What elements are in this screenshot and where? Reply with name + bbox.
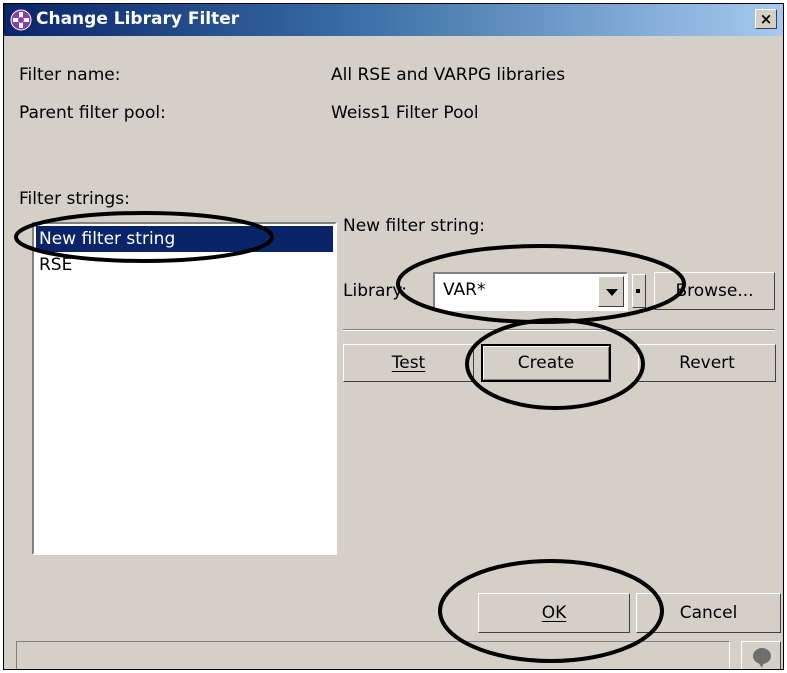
cancel-button[interactable]: Cancel: [636, 593, 781, 633]
history-button[interactable]: [632, 274, 646, 308]
library-label: Library:: [343, 281, 407, 301]
filter-app-icon: [10, 9, 32, 31]
library-input[interactable]: VAR*: [443, 280, 485, 300]
list-item-label: New filter string: [39, 229, 176, 249]
create-button[interactable]: Create: [481, 344, 611, 382]
filter-name-value: All RSE and VARPG libraries: [331, 65, 566, 85]
test-button-label: Test: [391, 353, 426, 373]
revert-button-label: Revert: [679, 353, 735, 373]
parent-filter-pool-label: Parent filter pool:: [19, 103, 166, 123]
list-item-label: RSE: [39, 255, 73, 275]
window-title: Change Library Filter: [36, 9, 240, 29]
test-button[interactable]: Test: [343, 344, 474, 382]
separator: [343, 329, 775, 331]
library-combobox[interactable]: VAR*: [433, 272, 628, 311]
status-bar: [16, 641, 730, 669]
browse-button[interactable]: Browse...: [654, 272, 775, 310]
create-button-label: Create: [517, 353, 575, 373]
revert-button[interactable]: Revert: [638, 344, 776, 382]
filter-name-label: Filter name:: [19, 65, 121, 85]
filter-strings-list[interactable]: New filter string RSE: [32, 222, 337, 555]
filter-strings-label: Filter strings:: [19, 189, 130, 209]
parent-filter-pool-value: Weiss1 Filter Pool: [331, 103, 479, 123]
help-bubble-icon: [753, 648, 771, 668]
close-icon: ×: [759, 10, 773, 28]
ok-button-label: OK: [541, 603, 567, 623]
ok-button[interactable]: OK: [478, 593, 630, 633]
list-item[interactable]: New filter string: [36, 226, 333, 252]
browse-button-label: Browse...: [675, 281, 754, 301]
list-item[interactable]: RSE: [36, 252, 333, 278]
new-filter-string-label: New filter string:: [343, 216, 485, 236]
change-library-filter-dialog: Change Library Filter × Filter name: All…: [3, 3, 784, 670]
title-bar[interactable]: Change Library Filter ×: [4, 4, 783, 36]
close-button[interactable]: ×: [755, 9, 777, 29]
chevron-down-icon[interactable]: [598, 276, 624, 307]
cancel-button-label: Cancel: [679, 603, 738, 623]
help-button[interactable]: [741, 641, 781, 669]
